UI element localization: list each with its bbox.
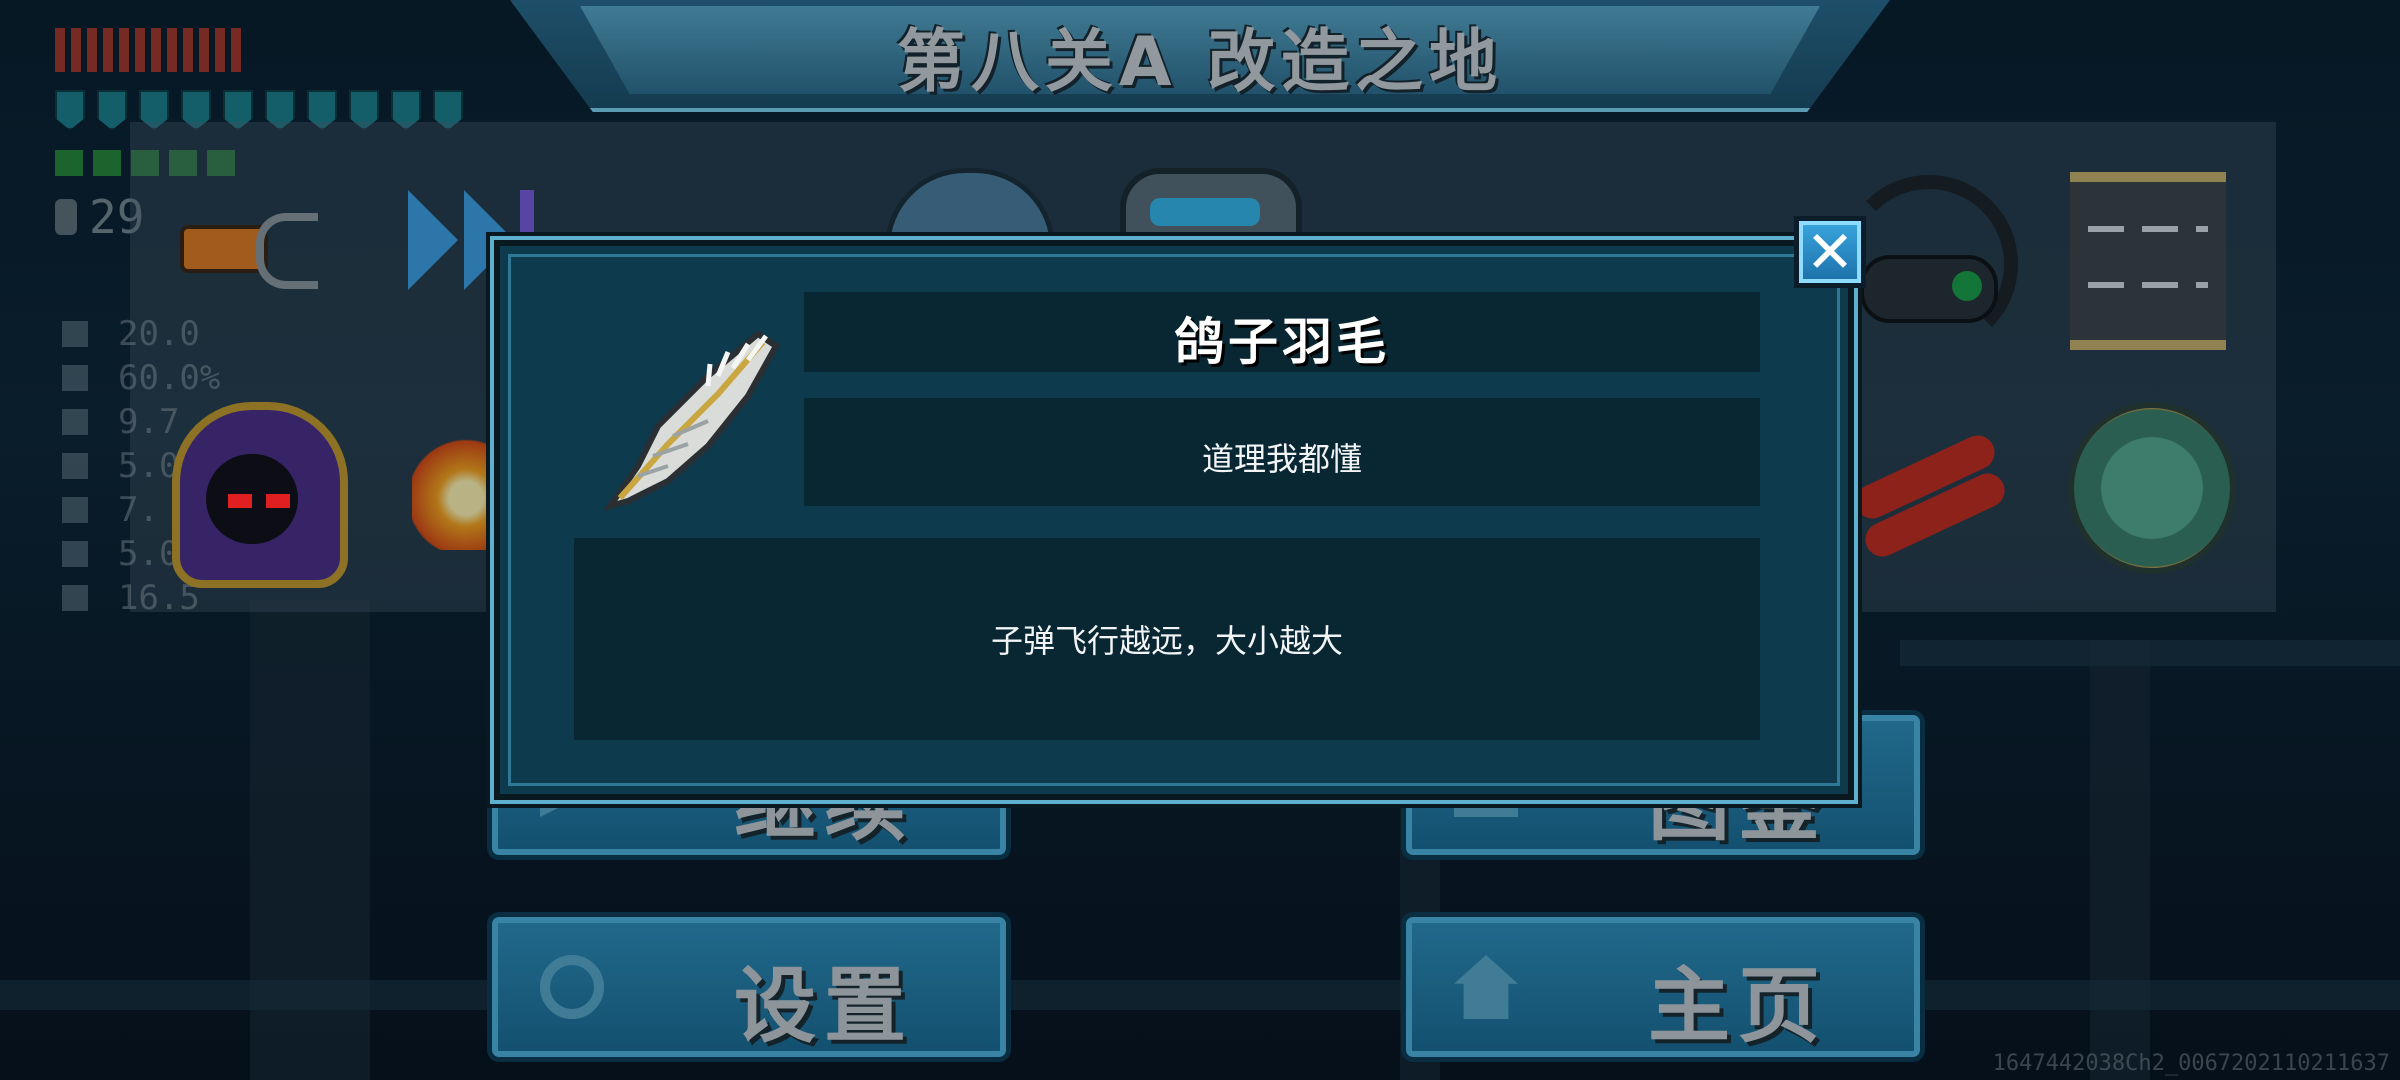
item-detail-dialog: 鸽子羽毛 道理我都懂 子弹飞行越远，大小越大 xyxy=(494,240,1854,800)
item-description: 子弹飞行越远，大小越大 xyxy=(990,622,1343,660)
eye-icon xyxy=(266,494,290,508)
item-name: 鸽子羽毛 xyxy=(1174,313,1390,371)
item-name-panel: 鸽子羽毛 xyxy=(804,292,1760,372)
item-quote-panel: 道理我都懂 xyxy=(804,398,1760,506)
item-description-panel: 子弹飞行越远，大小越大 xyxy=(574,538,1760,740)
eye-icon xyxy=(228,494,252,508)
close-button[interactable]: ✕ xyxy=(1794,216,1866,288)
watermark-text: 1647442038Ch2_0067202110211637 xyxy=(1992,1051,2390,1076)
item-quote: 道理我都懂 xyxy=(1201,440,1362,478)
close-icon: ✕ xyxy=(1805,218,1855,286)
feather-icon xyxy=(602,330,780,512)
